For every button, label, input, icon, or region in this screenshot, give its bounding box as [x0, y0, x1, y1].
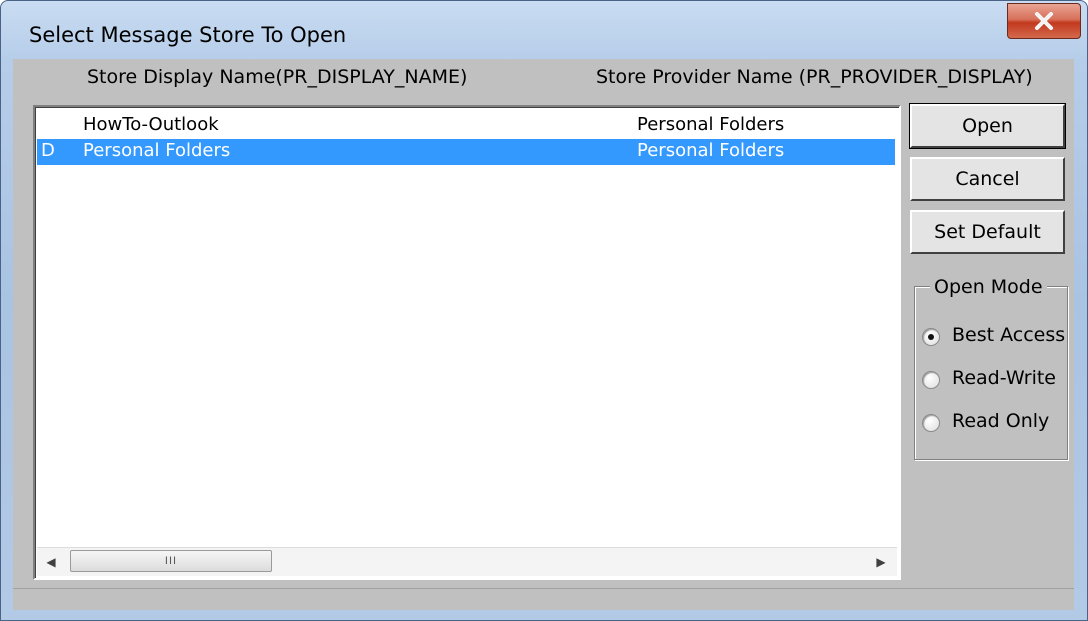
horizontal-scrollbar[interactable]: ◀ III ▶ — [37, 547, 897, 576]
radio-label: Best Access — [952, 324, 1066, 346]
cancel-button-label: Cancel — [955, 168, 1020, 190]
close-icon — [1034, 12, 1054, 30]
store-provider-name: Personal Folders — [637, 114, 785, 135]
scroll-grip: III — [164, 555, 178, 567]
radio-unselected-icon — [922, 414, 940, 432]
open-button-label: Open — [962, 115, 1013, 137]
column-header-display-name[interactable]: Store Display Name(PR_DISPLAY_NAME) — [87, 66, 467, 88]
radio-label: Read-Write — [952, 367, 1056, 389]
radio-label: Read Only — [952, 410, 1050, 432]
status-bar — [13, 588, 1074, 610]
list-item[interactable]: HowTo-Outlook Personal Folders — [37, 113, 895, 139]
store-list[interactable]: HowTo-Outlook Personal Folders D Persona… — [33, 105, 901, 580]
store-provider-name: Personal Folders — [637, 140, 785, 161]
column-header-provider-name[interactable]: Store Provider Name (PR_PROVIDER_DISPLAY… — [596, 66, 1033, 88]
set-default-button-label: Set Default — [934, 221, 1041, 243]
radio-selected-icon — [922, 328, 940, 346]
close-button[interactable] — [1007, 3, 1081, 39]
cancel-button[interactable]: Cancel — [910, 157, 1065, 201]
open-button[interactable]: Open — [909, 103, 1066, 149]
list-item-selected[interactable]: D Personal Folders Personal Folders — [37, 139, 895, 165]
radio-best-access[interactable]: Best Access — [922, 324, 1072, 352]
scroll-left-button[interactable]: ◀ — [37, 548, 65, 576]
window-title: Select Message Store To Open — [29, 23, 347, 47]
scrollbar-thumb[interactable]: III — [70, 550, 272, 572]
open-mode-label: Open Mode — [930, 276, 1047, 298]
default-flag: D — [41, 140, 55, 161]
store-display-name: HowTo-Outlook — [83, 114, 219, 135]
radio-read-write[interactable]: Read-Write — [922, 367, 1072, 395]
arrow-left-icon: ◀ — [46, 555, 56, 569]
arrow-right-icon: ▶ — [876, 555, 886, 569]
store-display-name: Personal Folders — [83, 140, 231, 161]
radio-unselected-icon — [922, 371, 940, 389]
radio-read-only[interactable]: Read Only — [922, 410, 1072, 438]
title-bar[interactable]: Select Message Store To Open — [1, 1, 1087, 61]
set-default-button[interactable]: Set Default — [910, 210, 1065, 254]
scroll-right-button[interactable]: ▶ — [867, 548, 895, 576]
